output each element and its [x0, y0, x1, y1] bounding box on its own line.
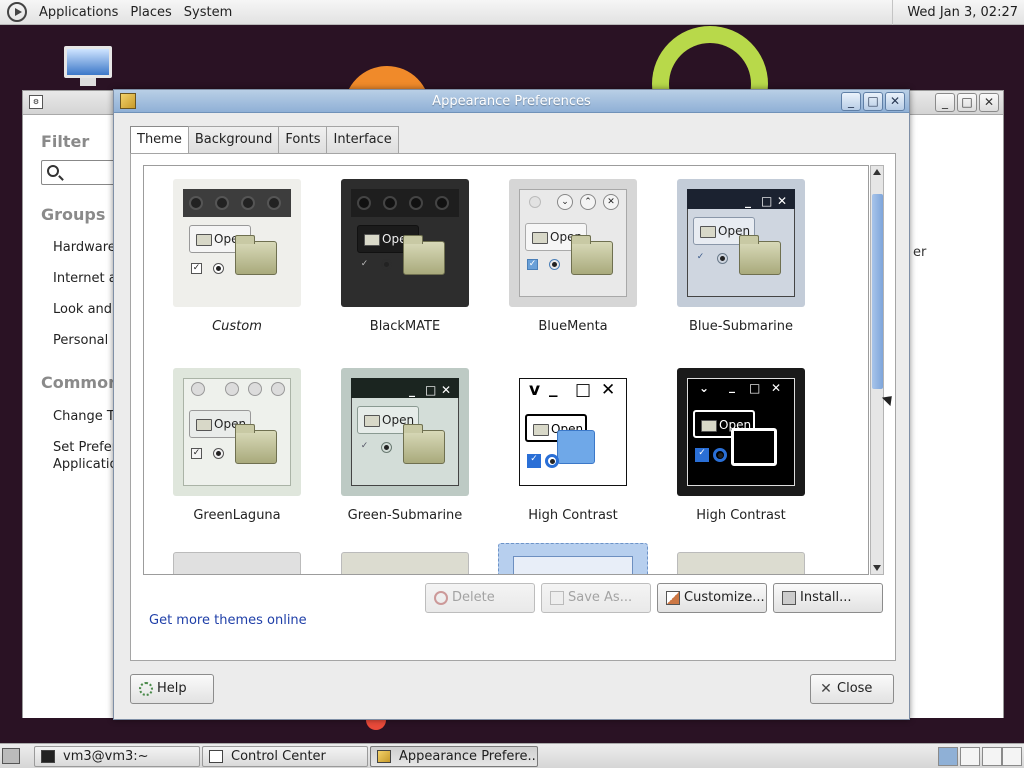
- theme-preview-blue-submarine: _ □ ✕ Open ✓: [677, 179, 805, 307]
- group-internet[interactable]: Internet ar: [53, 271, 122, 286]
- top-panel: Applications Places System Wed Jan 3, 02…: [0, 0, 1024, 25]
- theme-item-high-contrast[interactable]: v _ □ ✕ Open ✓ High Contrast: [499, 368, 647, 523]
- clock[interactable]: Wed Jan 3, 02:27: [892, 0, 1024, 25]
- workspace-1[interactable]: [938, 747, 958, 766]
- theme-list-scrollbar[interactable]: [870, 165, 884, 575]
- get-more-themes-link[interactable]: Get more themes online: [149, 613, 307, 628]
- search-icon: [47, 165, 59, 177]
- theme-item-bluementa[interactable]: ⌄ ⌃ ✕ Open ✓ BlueMenta: [499, 179, 647, 334]
- minimize-icon[interactable]: _: [935, 93, 955, 112]
- edit-icon: [666, 591, 680, 605]
- menu-system[interactable]: System: [178, 0, 238, 25]
- theme-preview-custom: Open ✓: [173, 179, 301, 307]
- delete-icon: [434, 591, 448, 605]
- theme-preview-high-contrast: v _ □ ✕ Open ✓: [509, 368, 637, 496]
- taskbar-appearance[interactable]: Appearance Prefere...: [370, 746, 538, 767]
- workspace-3[interactable]: [982, 747, 1002, 766]
- customize-button[interactable]: Customize...: [657, 583, 767, 613]
- menu-places[interactable]: Places: [124, 0, 177, 25]
- theme-item-greenlaguna[interactable]: Open ✓ GreenLaguna: [163, 368, 311, 523]
- theme-name: Blue-Submarine: [688, 319, 794, 334]
- theme-name: High Contrast: [696, 508, 786, 523]
- maximize-icon[interactable]: □: [863, 92, 883, 111]
- show-desktop-icon[interactable]: [2, 748, 20, 764]
- theme-item-custom[interactable]: Open ✓ Custom: [163, 179, 311, 334]
- folder-icon: [571, 235, 613, 275]
- theme-item-green-submarine[interactable]: _ □ ✕ Open ✓ Green-Submarine: [331, 368, 479, 523]
- common-applications[interactable]: Applicatio: [53, 457, 117, 472]
- theme-name: GreenLaguna: [193, 508, 281, 523]
- theme-name: BlueMenta: [538, 319, 608, 334]
- appearance-titlebar[interactable]: Appearance Preferences _ □ ✕: [114, 90, 909, 113]
- maximize-icon[interactable]: □: [957, 93, 977, 112]
- theme-item-blackmate[interactable]: Open ✓ BlackMATE: [331, 179, 479, 334]
- minimize-icon[interactable]: _: [841, 92, 861, 111]
- folder-icon: [403, 424, 445, 464]
- folder-icon: [403, 235, 445, 275]
- mate-logo-icon[interactable]: [7, 2, 27, 22]
- taskbar-control-center[interactable]: Control Center: [202, 746, 368, 767]
- workspace-2[interactable]: [960, 747, 980, 766]
- theme-preview-blackmate: Open ✓: [341, 179, 469, 307]
- theme-name: Green-Submarine: [347, 508, 463, 523]
- theme-name: High Contrast: [528, 508, 618, 523]
- control-center-icon: [209, 750, 223, 763]
- tab-bar: Theme Background Fonts Interface: [130, 126, 399, 154]
- close-button[interactable]: ✕ Close: [810, 674, 894, 704]
- scroll-up-icon[interactable]: [873, 169, 881, 175]
- theme-item-partial[interactable]: [173, 552, 301, 574]
- theme-preview-high-contrast-inverse: ⌄ _ □ ✕ Open ✓: [677, 368, 805, 496]
- theme-item-partial[interactable]: [677, 552, 805, 574]
- computer-desktop-icon[interactable]: [62, 46, 114, 86]
- theme-item-blue-submarine[interactable]: _ □ ✕ Open ✓ Blue-Submarine: [667, 179, 815, 334]
- bottom-panel: vm3@vm3:~ Control Center Appearance Pref…: [0, 743, 1024, 768]
- tab-theme[interactable]: Theme: [130, 126, 189, 154]
- scroll-down-icon[interactable]: [873, 565, 881, 571]
- control-center-partial-text: er: [913, 245, 927, 260]
- install-icon: [782, 591, 796, 605]
- tab-background[interactable]: Background: [187, 126, 280, 153]
- terminal-icon: [41, 750, 55, 763]
- theme-tab-panel: Open ✓ Custom Open ✓ BlackMATE ⌄ ⌃ ✕ Ope…: [130, 153, 896, 661]
- save-icon: [550, 591, 564, 605]
- theme-item-selected-partial[interactable]: [498, 543, 648, 574]
- install-button[interactable]: Install...: [773, 583, 883, 613]
- close-icon[interactable]: ✕: [979, 93, 999, 112]
- folder-icon: [235, 424, 277, 464]
- close-icon: ✕: [820, 681, 832, 697]
- tab-interface[interactable]: Interface: [326, 126, 399, 153]
- filter-heading: Filter: [41, 132, 90, 151]
- group-hardware[interactable]: Hardware: [53, 240, 116, 255]
- groups-heading: Groups: [41, 205, 106, 224]
- workspace-4[interactable]: [1002, 747, 1022, 766]
- filter-search-input[interactable]: [41, 160, 121, 185]
- delete-button[interactable]: Delete: [425, 583, 535, 613]
- theme-preview-greenlaguna: Open ✓: [173, 368, 301, 496]
- group-personal[interactable]: Personal: [53, 333, 108, 348]
- folder-icon: [739, 235, 781, 275]
- tab-fonts[interactable]: Fonts: [278, 126, 328, 153]
- save-as-button[interactable]: Save As...: [541, 583, 651, 613]
- menu-applications[interactable]: Applications: [33, 0, 124, 25]
- help-button[interactable]: Help: [130, 674, 214, 704]
- theme-item-high-contrast-inverse[interactable]: ⌄ _ □ ✕ Open ✓ High Contrast: [667, 368, 815, 523]
- appearance-icon: [377, 750, 391, 763]
- theme-item-partial[interactable]: [341, 552, 469, 574]
- appearance-preferences-window: Appearance Preferences _ □ ✕ Theme Backg…: [113, 89, 910, 720]
- folder-icon: [235, 235, 277, 275]
- theme-preview-green-submarine: _ □ ✕ Open ✓: [341, 368, 469, 496]
- theme-list[interactable]: Open ✓ Custom Open ✓ BlackMATE ⌄ ⌃ ✕ Ope…: [143, 165, 869, 575]
- taskbar-terminal[interactable]: vm3@vm3:~: [34, 746, 200, 767]
- help-icon: [139, 682, 153, 696]
- theme-name: Custom: [212, 319, 262, 334]
- theme-name: BlackMATE: [369, 319, 441, 334]
- close-icon[interactable]: ✕: [885, 92, 905, 111]
- control-center-app-icon: ⚙: [29, 95, 43, 109]
- window-title: Appearance Preferences: [432, 94, 591, 109]
- theme-preview-bluementa: ⌄ ⌃ ✕ Open ✓: [509, 179, 637, 307]
- scrollbar-thumb[interactable]: [872, 194, 883, 389]
